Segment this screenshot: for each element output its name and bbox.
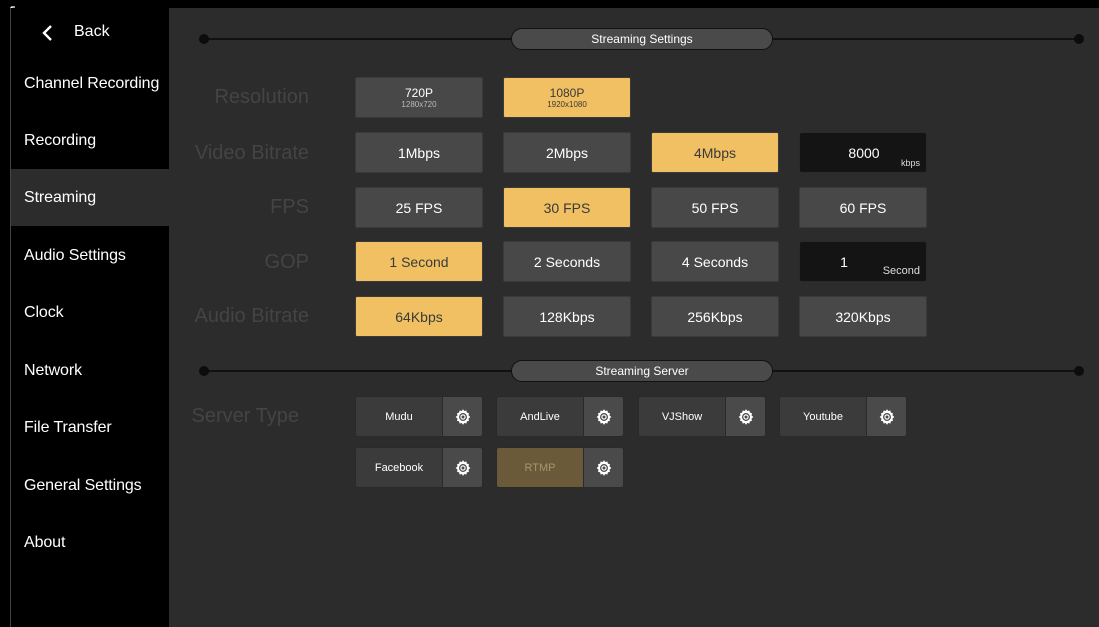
- server-youtube-button[interactable]: Youtube: [779, 396, 866, 437]
- sidebar-item-recording[interactable]: Recording: [11, 112, 170, 169]
- server-mudu-settings-button[interactable]: [442, 396, 483, 437]
- sidebar: Back Channel Recording Recording Streami…: [10, 8, 170, 627]
- resolution-label: Resolution: [214, 86, 309, 108]
- gop-label: GOP: [264, 251, 309, 273]
- app-window: Back Channel Recording Recording Streami…: [0, 0, 1099, 627]
- section-title-streaming-server: Streaming Server: [511, 360, 773, 382]
- sidebar-item-channel-recording[interactable]: Channel Recording: [11, 55, 170, 112]
- server-andlive: AndLive: [496, 396, 624, 437]
- server-mudu-button[interactable]: Mudu: [355, 396, 442, 437]
- option-label: 1080P: [549, 85, 585, 100]
- sidebar-item-file-transfer[interactable]: File Transfer: [11, 399, 170, 456]
- gop-4-seconds-button[interactable]: 4 Seconds: [651, 241, 779, 282]
- gear-icon: [455, 408, 470, 425]
- streaming-panel: Streaming Settings Resolution 720P 1280x…: [169, 8, 1099, 627]
- audio-bitrate-320-button[interactable]: 320Kbps: [799, 296, 927, 337]
- video-bitrate-label: Video Bitrate: [194, 142, 309, 164]
- back-label: Back: [74, 23, 110, 40]
- resolution-720p-button[interactable]: 720P 1280x720: [355, 77, 483, 118]
- fps-label: FPS: [270, 196, 309, 218]
- field-unit: Second: [882, 265, 920, 277]
- audio-bitrate-128-button[interactable]: 128Kbps: [503, 296, 631, 337]
- gop-2-seconds-button[interactable]: 2 Seconds: [503, 241, 631, 282]
- resolution-1080p-button[interactable]: 1080P 1920x1080: [503, 77, 631, 118]
- server-rtmp: RTMP: [496, 447, 624, 488]
- server-rtmp-button[interactable]: RTMP: [496, 447, 583, 488]
- server-andlive-settings-button[interactable]: [583, 396, 624, 437]
- sidebar-item-streaming[interactable]: Streaming: [11, 169, 170, 226]
- server-andlive-button[interactable]: AndLive: [496, 396, 583, 437]
- option-sublabel: 1920x1080: [547, 99, 587, 109]
- audio-bitrate-64-button[interactable]: 64Kbps: [355, 296, 483, 337]
- section-title-streaming-settings: Streaming Settings: [511, 28, 773, 50]
- audio-bitrate-label: Audio Bitrate: [194, 305, 309, 327]
- gear-icon: [596, 408, 611, 425]
- server-facebook-button[interactable]: Facebook: [355, 447, 442, 488]
- sidebar-item-network[interactable]: Network: [11, 342, 170, 399]
- fps-50-button[interactable]: 50 FPS: [651, 187, 779, 228]
- chevron-left-icon: [42, 25, 52, 41]
- server-type-label: Server Type: [191, 405, 299, 427]
- back-button[interactable]: Back: [11, 8, 170, 58]
- option-label: 720P: [404, 85, 434, 100]
- server-facebook-settings-button[interactable]: [442, 447, 483, 488]
- gear-icon: [596, 459, 611, 476]
- option-sublabel: 1280x720: [401, 99, 437, 109]
- server-vjshow: VJShow: [638, 396, 766, 437]
- sidebar-item-clock[interactable]: Clock: [11, 284, 170, 341]
- server-vjshow-button[interactable]: VJShow: [638, 396, 725, 437]
- video-bitrate-2mbps-button[interactable]: 2Mbps: [503, 132, 631, 173]
- fps-30-button[interactable]: 30 FPS: [503, 187, 631, 228]
- server-rtmp-settings-button[interactable]: [583, 447, 624, 488]
- gear-icon: [738, 408, 753, 425]
- video-bitrate-custom-field[interactable]: 8000 kbps: [799, 132, 927, 173]
- video-bitrate-4mbps-button[interactable]: 4Mbps: [651, 132, 779, 173]
- sidebar-item-audio-settings[interactable]: Audio Settings: [11, 227, 170, 284]
- sidebar-item-general-settings[interactable]: General Settings: [11, 457, 170, 514]
- sidebar-item-about[interactable]: About: [11, 514, 170, 571]
- gop-1-second-button[interactable]: 1 Second: [355, 241, 483, 282]
- gear-icon: [455, 459, 470, 476]
- server-vjshow-settings-button[interactable]: [725, 396, 766, 437]
- server-facebook: Facebook: [355, 447, 483, 488]
- video-bitrate-1mbps-button[interactable]: 1Mbps: [355, 132, 483, 173]
- fps-60-button[interactable]: 60 FPS: [799, 187, 927, 228]
- audio-bitrate-256-button[interactable]: 256Kbps: [651, 296, 779, 337]
- fps-25-button[interactable]: 25 FPS: [355, 187, 483, 228]
- server-mudu: Mudu: [355, 396, 483, 437]
- gear-icon: [879, 408, 894, 425]
- field-unit: kbps: [900, 158, 920, 168]
- gop-custom-field[interactable]: 1 Second: [799, 241, 927, 282]
- server-youtube-settings-button[interactable]: [866, 396, 907, 437]
- server-youtube: Youtube: [779, 396, 907, 437]
